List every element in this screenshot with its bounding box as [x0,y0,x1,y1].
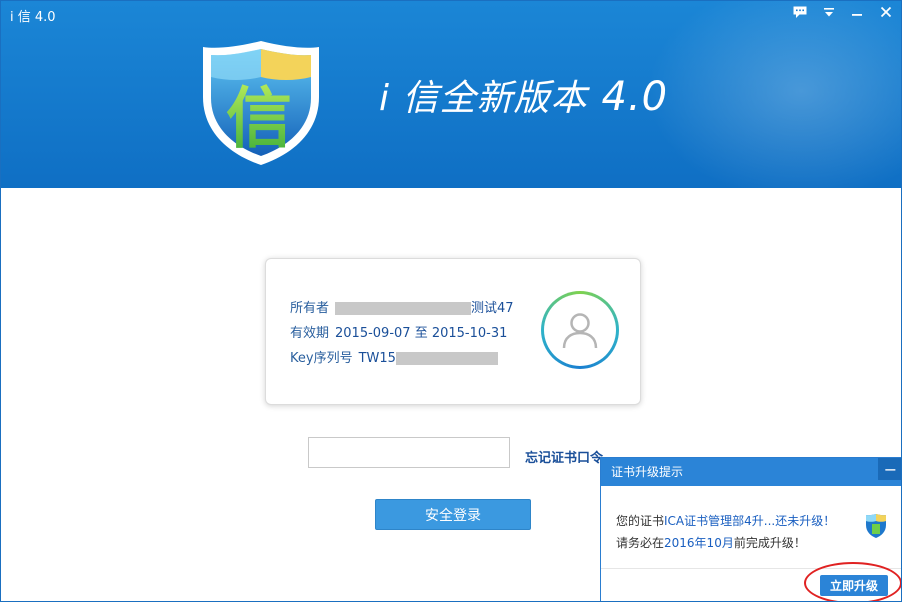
forgot-password-link[interactable]: 忘记证书口令 [525,447,603,466]
headline-version: 4.0 [601,74,669,120]
shield-icon [865,513,887,539]
owner-value: 测试47 [335,301,514,316]
headline-text: i 信全新版本 [379,78,588,119]
close-icon[interactable] [875,3,897,21]
menu-icon[interactable] [818,3,840,21]
key-serial-row: Key序列号 TW15 [290,347,498,366]
popup-line-1: 您的证书ICA证书管理部4升...还未升级！ [616,510,835,532]
popup-line-2-text: 请务必在 [616,536,665,550]
svg-text:信: 信 [226,80,292,157]
app-window: i 信 4.0 信 i 信全新版本 4.0 所有者 测试47 有效期 2015-… [0,0,902,602]
key-serial-value: TW15 [359,351,498,366]
popup-cert-name: ICA证书管理部4升...还未升级！ [664,514,836,528]
popup-line-2-end: 前完成升级！ [733,536,806,550]
window-title: i 信 4.0 [10,10,56,25]
password-input[interactable] [308,437,510,468]
popup-line-2: 请务必在2016年10月前完成升级！ [616,532,835,554]
owner-suffix: 测试47 [471,301,514,316]
certificate-card: 所有者 测试47 有效期 2015-09-07 至 2015-10-31 Key序列… [265,258,641,405]
login-button[interactable]: 安全登录 [375,499,531,530]
minimize-icon[interactable] [846,3,868,21]
popup-minimize-button[interactable]: − [878,458,901,480]
key-serial-redaction [395,352,498,365]
popup-title: 证书升级提示 [601,458,901,486]
shield-logo-icon: 信 [197,37,325,169]
owner-label: 所有者 [290,301,330,316]
key-serial-prefix: TW15 [358,351,396,366]
owner-redaction [335,302,472,315]
highlight-circle [804,562,901,601]
headline: i 信全新版本 4.0 [379,69,668,121]
validity-label: 有效期 [290,326,330,341]
user-icon [544,294,616,366]
popup-message: 您的证书ICA证书管理部4升...还未升级！ 请务必在2016年10月前完成升级… [616,510,835,554]
header-banner: i 信 4.0 信 i 信全新版本 4.0 [1,1,901,188]
owner-row: 所有者 测试47 [290,297,514,316]
key-serial-label: Key序列号 [290,351,353,366]
popup-line-1-text: 您的证书 [616,514,665,528]
avatar [541,291,619,369]
validity-value: 2015-09-07 至 2015-10-31 [335,326,508,341]
popup-deadline: 2016年10月 [664,536,734,550]
validity-row: 有效期 2015-09-07 至 2015-10-31 [290,322,507,341]
message-icon[interactable] [789,3,811,21]
